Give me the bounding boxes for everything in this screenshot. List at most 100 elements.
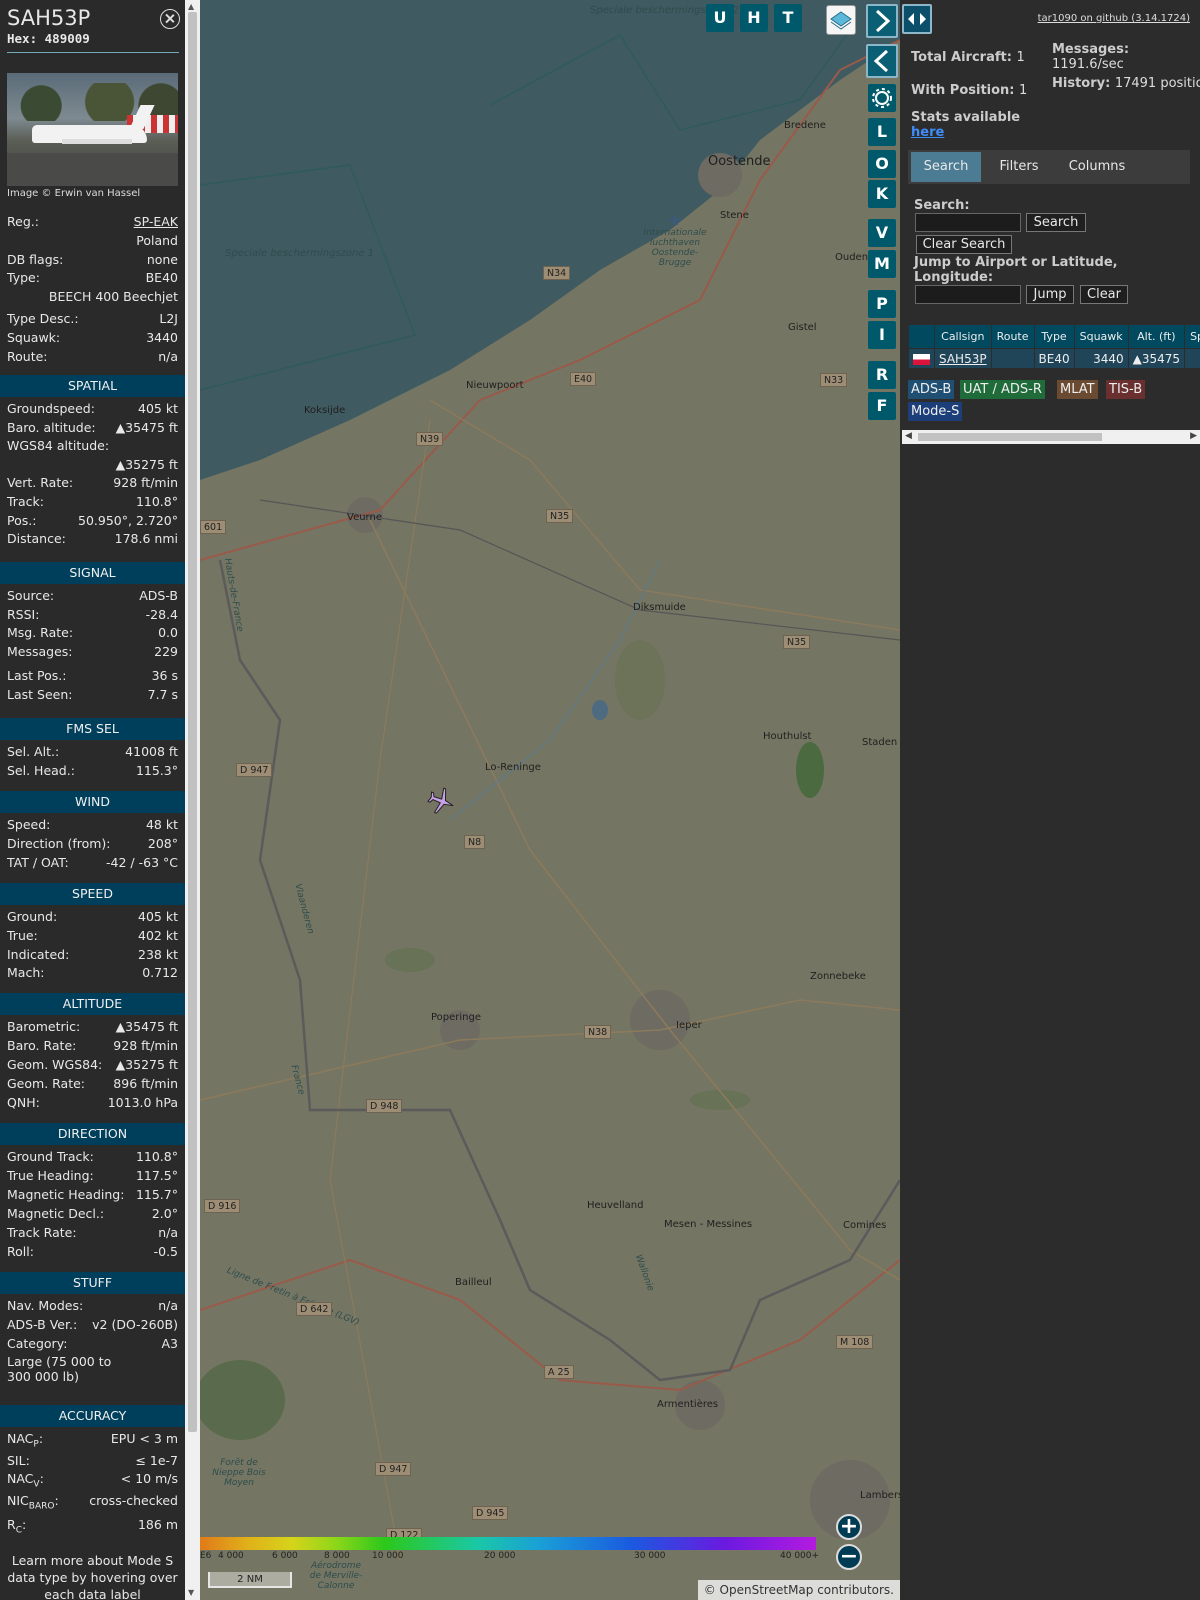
info-value: 110.8°	[135, 1149, 178, 1164]
osm-attribution[interactable]: © OpenStreetMap contributors.	[697, 1580, 900, 1600]
column-header-flag[interactable]	[908, 324, 935, 349]
map-button-v[interactable]: V	[868, 219, 896, 247]
info-label: TAT / OAT:	[7, 855, 69, 870]
section-stuff: STUFF	[0, 1272, 185, 1294]
legend-modes[interactable]: Mode-S	[908, 402, 963, 421]
map-button-r[interactable]: R	[868, 361, 896, 389]
map-button-k[interactable]: K	[868, 180, 896, 208]
info-value: 41008 ft	[125, 744, 178, 759]
tab-columns[interactable]: Columns	[1055, 152, 1139, 182]
map-label: Zonnebeke	[810, 971, 866, 982]
with-position: With Position: 1	[911, 83, 1028, 98]
info-label: Last Pos.:	[7, 668, 67, 683]
road-shield: N39	[416, 432, 444, 446]
scroll-up-icon[interactable]: ▲	[188, 2, 194, 11]
table-horizontal-scrollbar[interactable]: ◀ ▶	[902, 430, 1200, 444]
info-label: DB flags:	[7, 252, 64, 267]
info-row-nacv: NACV: < 10 m/s	[7, 1471, 178, 1490]
search-input[interactable]	[915, 213, 1021, 232]
info-value[interactable]: SP-EAK	[134, 213, 178, 231]
info-value: n/a	[158, 349, 178, 364]
map-button-u[interactable]: U	[706, 4, 734, 32]
road-shield: N38	[584, 1025, 612, 1039]
column-header-altitude[interactable]: Alt. (ft)	[1127, 324, 1186, 349]
legend-adsb[interactable]: ADS-B	[908, 380, 955, 399]
info-label: True Heading:	[7, 1168, 94, 1183]
layers-icon[interactable]	[826, 5, 856, 35]
info-label: Mach:	[7, 965, 45, 980]
altitude-scale-label: 20 000	[484, 1551, 516, 1561]
info-scrollbar[interactable]: ▲ ▼	[185, 0, 200, 1600]
settings-gear-icon[interactable]	[868, 84, 896, 112]
scroll-left-icon[interactable]: ◀	[905, 431, 912, 441]
chevron-right-icon[interactable]	[866, 4, 898, 38]
scroll-down-icon[interactable]: ▼	[188, 1588, 194, 1597]
info-label: Geom. Rate:	[7, 1076, 86, 1091]
clear-search-button[interactable]: Clear Search	[916, 235, 1012, 254]
info-row-altitude: QNH: 1013.0 hPa	[7, 1094, 178, 1112]
info-value: 0.712	[142, 965, 178, 980]
close-icon[interactable]	[160, 9, 180, 29]
airport-icon[interactable]	[668, 212, 682, 226]
info-value: 110.8°	[135, 494, 178, 509]
column-header-type[interactable]: Type	[1033, 324, 1075, 349]
clear-button[interactable]: Clear	[1080, 285, 1128, 304]
info-value: 405 kt	[138, 909, 178, 924]
search-label: Search:	[914, 198, 970, 213]
tab-search[interactable]: Search	[911, 152, 981, 182]
column-header-callsign[interactable]: Callsign	[934, 324, 992, 349]
legend-tisb[interactable]: TIS-B	[1106, 380, 1146, 399]
jump-button[interactable]: Jump	[1026, 285, 1074, 304]
column-header-squawk[interactable]: Squawk	[1073, 324, 1129, 349]
map-button-o[interactable]: O	[868, 150, 896, 178]
map-button-l[interactable]: L	[868, 118, 896, 146]
info-label: Type Desc.:	[7, 311, 79, 326]
stats-link[interactable]: here	[911, 125, 944, 140]
info-row-basic: Poland	[7, 232, 178, 250]
section-spatial: SPATIAL	[0, 375, 185, 397]
github-link[interactable]: tar1090 on github (3.14.1724)	[1038, 13, 1190, 24]
info-value: BEECH 400 Beechjet	[48, 289, 178, 304]
info-value: 7.7 s	[147, 687, 178, 702]
expand-arrows-icon[interactable]	[902, 4, 932, 34]
scrollbar-thumb[interactable]	[188, 12, 197, 1432]
map-button-h[interactable]: H	[740, 4, 768, 32]
jump-input[interactable]	[915, 285, 1021, 304]
info-label: Track Rate:	[7, 1225, 77, 1240]
column-header-speed[interactable]: Spd	[1184, 324, 1200, 349]
legend-mlat[interactable]: MLAT	[1057, 380, 1098, 399]
aircraft-icon[interactable]	[426, 786, 456, 816]
info-value: v2 (DO-260B)	[92, 1317, 178, 1332]
map-view[interactable]: Speciale beschermingszone 2 Speciale bes…	[200, 0, 900, 1600]
info-label: Barometric:	[7, 1019, 81, 1034]
selected-callsign: SAH53P	[7, 6, 91, 30]
zoom-in-button[interactable]: +	[836, 1514, 862, 1540]
map-button-m[interactable]: M	[868, 250, 896, 278]
map-button-i[interactable]: I	[868, 321, 896, 349]
info-label: Pos.:	[7, 513, 37, 528]
column-header-route[interactable]: Route	[990, 324, 1035, 349]
chevron-left-icon[interactable]	[866, 44, 898, 78]
tab-filters[interactable]: Filters	[986, 152, 1052, 182]
info-row-nicbaro: NICBARO: cross-checked	[7, 1493, 178, 1512]
map-scale-bar: 2 NM	[208, 1572, 292, 1588]
info-label: Baro. Rate:	[7, 1038, 77, 1053]
zoom-out-button[interactable]: −	[836, 1544, 862, 1570]
info-value: n/a	[158, 1298, 178, 1313]
info-row-spatial: Baro. altitude: ▲35475 ft	[7, 419, 178, 437]
scroll-right-icon[interactable]: ▶	[1190, 431, 1197, 441]
legend-uat[interactable]: UAT / ADS-R	[960, 380, 1045, 399]
info-row-stuff: Category: A3	[7, 1335, 178, 1353]
info-row-signal: RSSI: -28.4	[7, 606, 178, 624]
info-label: Magnetic Heading:	[7, 1187, 125, 1202]
info-label: Category:	[7, 1336, 68, 1351]
search-button[interactable]: Search	[1026, 213, 1086, 232]
map-label: Staden	[862, 737, 898, 748]
row-callsign[interactable]: SAH53P	[934, 348, 992, 369]
table-row[interactable]: SAH53P BE40 3440 ▲35475	[908, 348, 1200, 369]
map-button-f[interactable]: F	[868, 392, 896, 420]
scrollbar-thumb[interactable]	[918, 433, 1102, 441]
map-button-p[interactable]: P	[868, 290, 896, 318]
map-button-t[interactable]: T	[774, 4, 802, 32]
aircraft-photo[interactable]	[7, 73, 178, 186]
